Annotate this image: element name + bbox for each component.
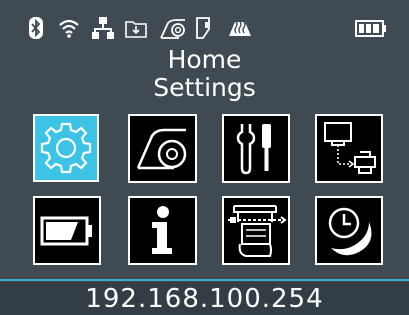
menu-tile-sleep[interactable] (315, 196, 383, 265)
footer-divider (0, 279, 409, 281)
page-title-line2: Settings (153, 73, 256, 102)
menu-tile-connection[interactable] (315, 114, 383, 183)
menu-tile-settings[interactable] (33, 114, 99, 182)
info-icon (152, 206, 172, 254)
page-title-line1: Home (167, 45, 242, 74)
network-icon (92, 17, 114, 39)
ribbon-icon (160, 19, 185, 39)
status-bar (0, 0, 409, 40)
battery-icon (355, 20, 386, 37)
download-folder-icon (125, 21, 147, 38)
heat-icon (229, 21, 251, 36)
gear-icon (40, 122, 92, 174)
media-door-icon (196, 17, 210, 39)
sleep-timer-icon (328, 207, 372, 256)
label-roll-icon (136, 128, 187, 170)
ip-address: 192.168.100.254 (85, 284, 324, 314)
menu-tile-information[interactable] (128, 196, 197, 265)
tools-icon (236, 124, 271, 175)
wifi-icon (59, 19, 79, 38)
bluetooth-icon (29, 17, 43, 39)
menu-tile-battery[interactable] (33, 196, 101, 265)
menu-tile-media[interactable] (128, 114, 197, 183)
printer-feed-icon (228, 205, 287, 257)
menu-tile-print[interactable] (222, 196, 290, 265)
computer-printer-icon (324, 122, 376, 174)
battery-icon (40, 216, 92, 246)
menu-tile-tools[interactable] (222, 114, 290, 183)
